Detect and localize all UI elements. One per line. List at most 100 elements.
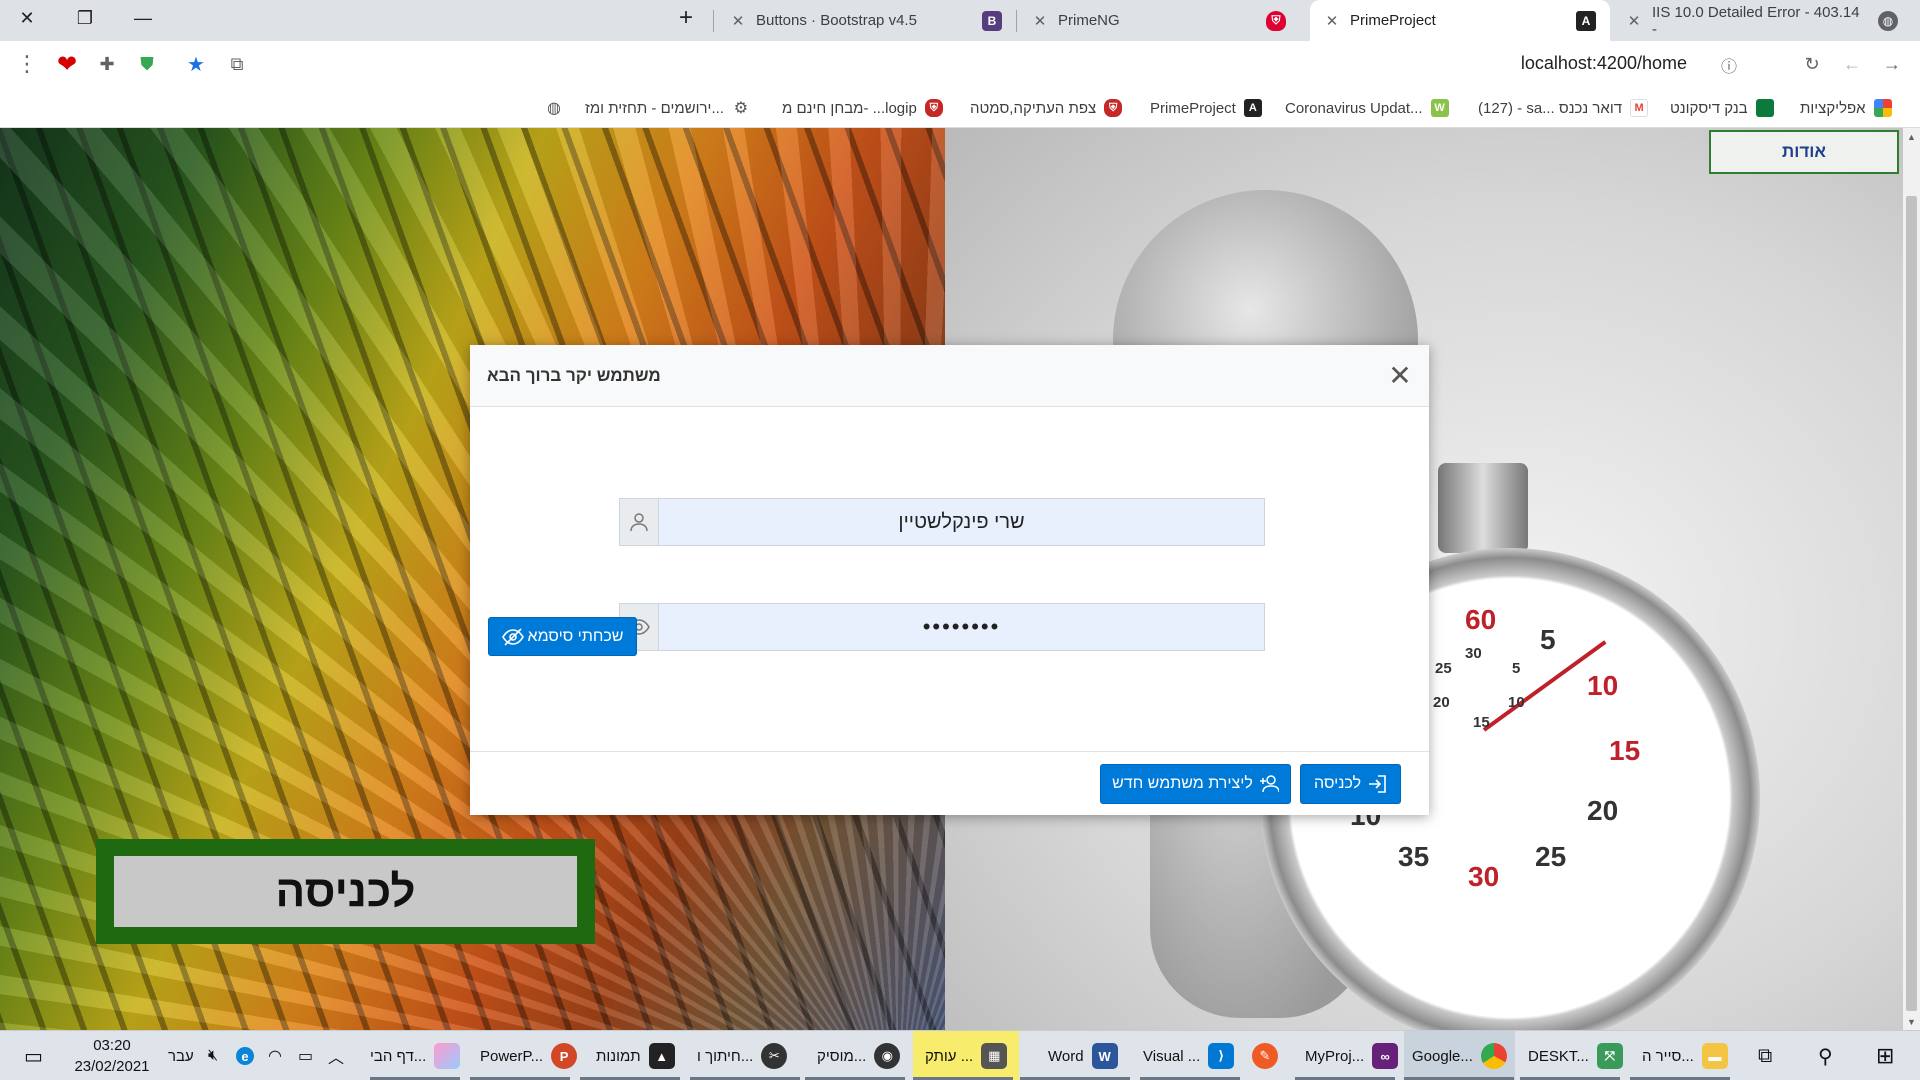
menu-kebab-icon[interactable]: ⋮ (12, 49, 42, 79)
bookmark-label: Coronavirus Updat... (1285, 99, 1423, 117)
site-info-icon[interactable]: ⓘ (1721, 53, 1737, 77)
shield-extension-icon[interactable]: ⛊ (132, 49, 162, 79)
bookmark-discount-bank[interactable]: בנק דיסקונט (1670, 94, 1774, 122)
stopwatch-small-number: 25 (1435, 660, 1452, 677)
login-label: לכניסה (1313, 775, 1362, 792)
battery-icon[interactable]: ▭ (298, 1031, 313, 1080)
powerpoint-icon: P (551, 1043, 578, 1069)
password-input[interactable]: •••••••• (659, 603, 1265, 651)
bookmark-gmail[interactable]: (127) - sa... דואר נכנס M (1478, 94, 1649, 122)
heart-extension-icon[interactable]: ❤ (52, 49, 82, 79)
clock-time: 03:20 (93, 1037, 131, 1054)
stopwatch-small-number: 20 (1433, 694, 1450, 711)
language-indicator[interactable]: עבר (168, 1031, 194, 1080)
gmail-icon: M (1630, 99, 1649, 117)
bookmark-primeproject[interactable]: PrimeProject A (1150, 94, 1262, 122)
windows-taskbar: ▭ 03:20 23/02/2021 עבר 🔇︎ e ◠ ▭ ︿ דף הבי… (0, 1030, 1920, 1080)
bookmark-weather[interactable]: ירושמים - תחזית ומז... ⚙ (585, 94, 750, 122)
scroll-up-icon[interactable]: ▲ (1903, 128, 1920, 145)
taskbar-app-chrome[interactable]: Google... (1404, 1031, 1515, 1080)
dialog-close-icon[interactable]: ✕ (1387, 362, 1413, 390)
taskbar-app-myproj[interactable]: MyProj... ∞ (1305, 1031, 1399, 1080)
windows-start-icon[interactable]: ⊞ (1876, 1031, 1894, 1080)
bookmark-tzfat[interactable]: צפת העתיקה,סמטה ⛨ (970, 94, 1123, 122)
stopwatch-number: 15 (1609, 735, 1641, 766)
register-button[interactable]: ליצירת משתמש חדש (1100, 764, 1291, 804)
password-field: •••••••• (619, 603, 1265, 651)
taskbar-app-music[interactable]: מוסיק... ◉ (817, 1031, 901, 1080)
page-scrollbar[interactable]: ▲ ▼ (1903, 128, 1920, 1030)
remote-desktop-icon: ⤧ (1596, 1043, 1623, 1069)
reload-icon[interactable]: ↻ (1797, 49, 1827, 79)
extensions-puzzle-icon[interactable]: ✚ (92, 49, 122, 79)
url-text[interactable]: localhost:4200/home (1521, 53, 1687, 74)
username-value: שרי פינקלשטיין (898, 510, 1025, 533)
edge-tray-icon[interactable]: e (236, 1031, 254, 1080)
taskbar-app-home-page[interactable]: דף הבי... (370, 1031, 461, 1080)
clock-date: 23/02/2021 (74, 1058, 150, 1075)
bookmark-star-icon[interactable]: ★ (181, 49, 211, 79)
register-label: ליצירת משתמש חדש (1112, 775, 1253, 792)
app-label: Google... (1412, 1047, 1473, 1065)
app-label: מוסיק... (817, 1047, 867, 1065)
username-input[interactable]: שרי פינקלשטיין (659, 498, 1265, 546)
coronavirus-site-icon: W (1430, 99, 1449, 117)
tab-close-icon[interactable]: ✕ (1626, 12, 1642, 30)
tab-close-icon[interactable]: ✕ (730, 12, 746, 30)
bookmark-coronavirus[interactable]: Coronavirus Updat... W (1285, 94, 1449, 122)
bookmark-label: (127) - sa... דואר נכנס (1478, 99, 1623, 117)
forgot-password-button[interactable]: שכחתי סיסמא (488, 617, 637, 656)
taskbar-app-photos[interactable]: תמונות ▲ (596, 1031, 675, 1080)
scroll-thumb[interactable] (1906, 196, 1917, 1011)
search-icon[interactable]: ⚲ (1818, 1031, 1833, 1080)
tab-iis-error[interactable]: ✕ IIS 10.0 Detailed Error - 403.14 - ◍ (1612, 0, 1912, 41)
taskbar-app-snip[interactable]: חיתוך ו... ✂ (697, 1031, 788, 1080)
apps-grid-icon (1873, 99, 1892, 117)
taskbar-app-desktop[interactable]: DESKT... ⤧ (1528, 1031, 1623, 1080)
login-button[interactable]: לכניסה (1300, 764, 1401, 804)
tab-close-icon[interactable]: ✕ (1324, 12, 1340, 30)
volume-muted-icon[interactable]: 🔇︎ (208, 1031, 218, 1080)
app-label: DESKT... (1528, 1047, 1589, 1065)
enter-button[interactable]: לכניסה (114, 856, 577, 927)
task-view-icon[interactable]: ⧉ (1758, 1031, 1772, 1080)
tab-bootstrap[interactable]: ✕ Buttons · Bootstrap v4.5 B (716, 0, 1016, 41)
bookmark-apps[interactable]: אפליקציות (1800, 94, 1892, 122)
address-bar[interactable]: localhost:4200/home ⓘ (260, 45, 1765, 82)
back-arrow-icon[interactable]: ← (1837, 49, 1867, 79)
about-button[interactable]: אודות (1709, 130, 1899, 174)
bookmark-logip[interactable]: מבחן חינם מ- ...logip ⛨ (782, 94, 943, 122)
taskbar-app-vscode[interactable]: Visual ... ⟩ (1143, 1031, 1235, 1080)
stopwatch-small-number: 15 (1473, 714, 1490, 731)
forward-arrow-icon[interactable]: → (1877, 49, 1907, 79)
browser-toolbar: ⋮ ❤ ✚ ⛊ ★ ⧉ ⚷ localhost:4200/home ⓘ ↻ ← … (0, 41, 1920, 88)
tab-primeproject[interactable]: ✕ PrimeProject A (1310, 0, 1610, 41)
system-clock[interactable]: 03:20 23/02/2021 (70, 1035, 154, 1077)
paint-icon (434, 1043, 461, 1069)
globe-favicon-icon: ◍ (1878, 10, 1898, 31)
taskbar-app-copy[interactable]: עותק ... ▦ (913, 1031, 1020, 1080)
app-label: Visual ... (1143, 1047, 1201, 1065)
taskbar-app-word[interactable]: Word W (1048, 1031, 1118, 1080)
wifi-icon[interactable]: ◠ (268, 1031, 282, 1080)
taskbar-app-postman[interactable]: ✎ (1252, 1031, 1278, 1080)
tab-close-icon[interactable]: ✕ (1032, 12, 1048, 30)
taskbar-app-powerpoint[interactable]: PowerP... P (480, 1031, 578, 1080)
tab-primeng[interactable]: ✕ PrimeNG ⛨ (1018, 0, 1300, 41)
restore-window-icon[interactable]: ❐ (62, 0, 108, 36)
translate-icon[interactable]: ⧉ (222, 49, 252, 79)
tray-chevron-icon[interactable]: ︿ (328, 1031, 344, 1080)
browser-tab-strip: ✕ ❐ — + ✕ Buttons · Bootstrap v4.5 B ✕ P… (0, 0, 1920, 41)
new-tab-button[interactable]: + (663, 0, 709, 36)
about-label: אודות (1782, 142, 1826, 161)
language-label: עבר (168, 1047, 194, 1065)
stopwatch-number: 20 (1587, 795, 1619, 826)
close-window-icon[interactable]: ✕ (4, 0, 50, 36)
stopwatch-number: 35 (1398, 841, 1430, 872)
minimize-window-icon[interactable]: — (120, 0, 166, 36)
notifications-icon[interactable]: ▭ (24, 1031, 43, 1080)
bookmark-label: PrimeProject (1150, 99, 1236, 117)
bookmark-globe[interactable]: ◍ (545, 94, 563, 122)
scroll-down-icon[interactable]: ▼ (1903, 1013, 1920, 1030)
taskbar-app-explorer[interactable]: סייר ה... ▬ (1642, 1031, 1728, 1080)
